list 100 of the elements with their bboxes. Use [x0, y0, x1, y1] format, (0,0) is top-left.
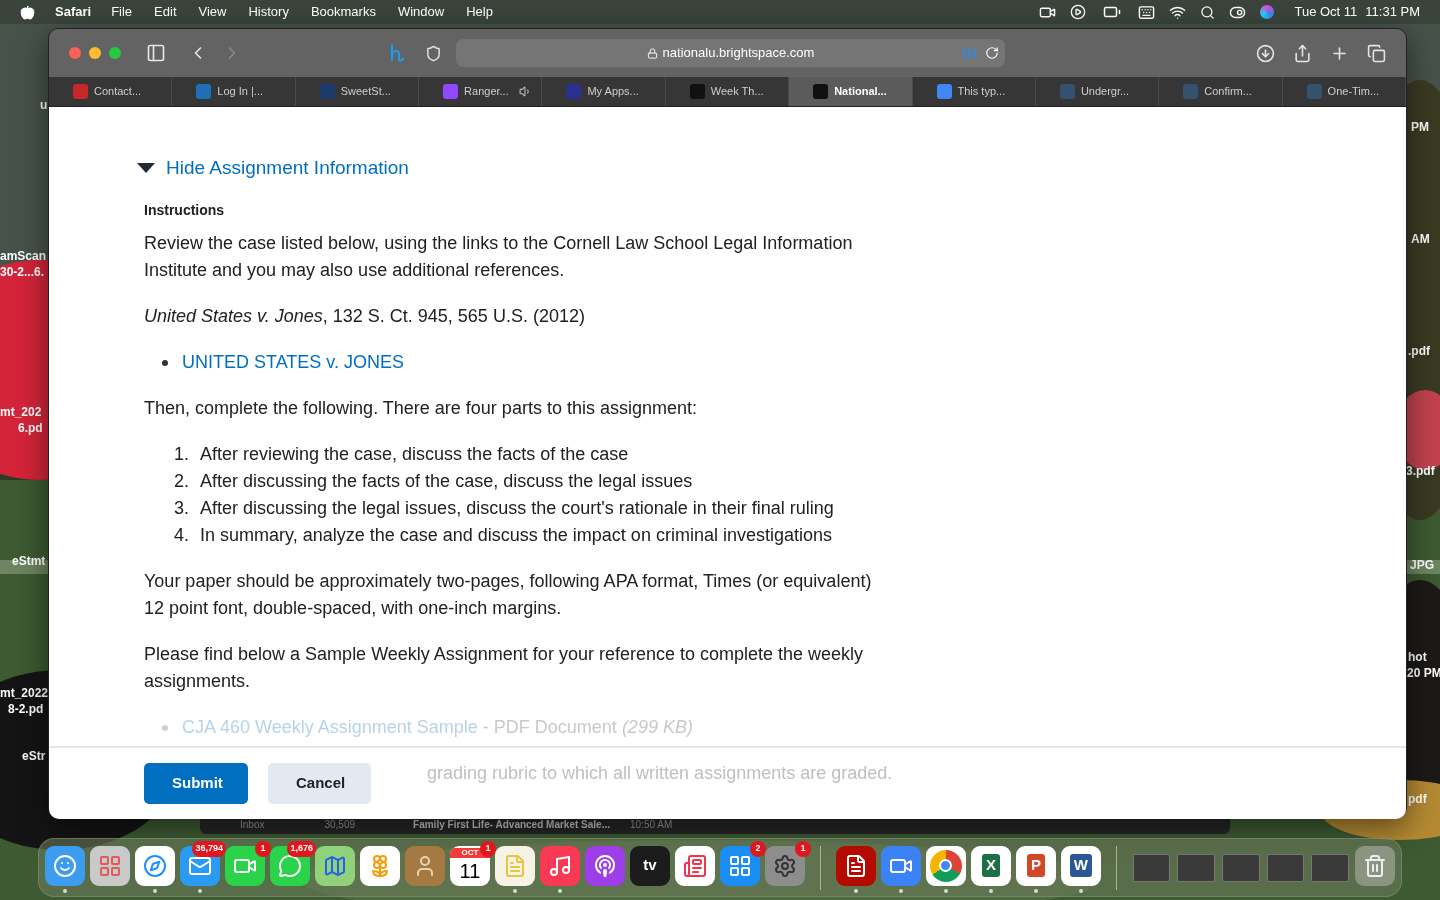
speaker-icon[interactable] [518, 85, 532, 98]
paragraph: Then, complete the following. There are four parts to this assignment: [144, 397, 698, 420]
browser-tab[interactable]: Contact... [49, 77, 173, 106]
desktop-file-label[interactable]: AM [1411, 232, 1430, 246]
desktop-file-label[interactable]: 20 PM [1407, 666, 1440, 680]
tv-app-icon[interactable]: tv [630, 845, 670, 886]
menu-date[interactable]: Tue Oct 11 [1294, 2, 1358, 22]
minimized-window-thumbnail[interactable] [1311, 853, 1349, 882]
app-letter: X [981, 854, 1000, 877]
menu-item[interactable]: Window [397, 2, 445, 22]
list-item-text: After discussing the legal issues, discuss the court's rationale in their final ruling [200, 497, 834, 520]
desktop-file-label[interactable]: eStmt [12, 554, 46, 568]
list-number: 3. [174, 497, 190, 520]
mailbox-name: Inbox [240, 818, 265, 832]
chrome-app-icon[interactable] [925, 845, 966, 886]
list-number: 4. [174, 524, 190, 547]
desktop-file-label[interactable]: mt_2022 [0, 686, 49, 700]
shield-icon[interactable] [425, 44, 442, 62]
browser-tab[interactable]: Undergr... [1035, 77, 1160, 106]
cancel-button[interactable]: Cancel [268, 763, 371, 804]
desktop-file-label[interactable]: PM [1411, 120, 1429, 134]
bullet-icon [162, 724, 168, 731]
desktop-file-label[interactable]: 3.pdf [1406, 464, 1435, 478]
toggle-button[interactable]: Hide Assignment Information [136, 154, 409, 181]
browser-tab[interactable]: This typ... [912, 77, 1036, 106]
paragraph: grading rubric to which all written assignments are graded. [427, 762, 893, 785]
desktop-file-label[interactable]: mt_202 [0, 405, 42, 419]
menu-item[interactable]: File [111, 2, 133, 22]
finder-app-icon[interactable] [45, 845, 85, 886]
desktop-file-label[interactable]: .pdf [1408, 344, 1430, 358]
tab-title: SweetSt... [340, 84, 391, 100]
menu-item[interactable]: View [198, 2, 227, 22]
browser-tab[interactable]: National... [789, 77, 913, 106]
browser-tab[interactable]: My Apps... [542, 77, 666, 106]
desktop-file-label[interactable]: 6.pd [18, 421, 43, 435]
news-app-icon[interactable] [675, 845, 715, 886]
desktop-file-label[interactable]: 8-2.pd [8, 702, 44, 716]
launchpad-app-icon[interactable] [90, 845, 130, 886]
tab-title: Log In |... [217, 84, 264, 100]
browser-tab[interactable]: One-Tim... [1282, 77, 1406, 106]
mail-subject: Family First Life- Advanced Market Sale... [413, 818, 610, 832]
zoom-window-button[interactable] [109, 47, 121, 59]
play-icon[interactable] [1070, 4, 1087, 20]
tab-title: One-Tim... [1327, 84, 1380, 100]
download-icon[interactable] [1256, 43, 1275, 63]
list-item-text: In summary, analyze the case and discuss the impact on criminal investigations [200, 524, 832, 547]
tab-title: Ranger... [464, 84, 509, 100]
settings-app-icon[interactable] [765, 845, 805, 886]
acrobat-app-icon[interactable] [835, 845, 876, 886]
desktop-file-label[interactable]: amScan [0, 249, 47, 263]
address-text: nationalu.brightspace.com [662, 44, 815, 63]
mail-time: 10:50 AM [630, 818, 673, 832]
minimized-window-thumbnail[interactable] [1177, 853, 1216, 882]
calendar-day: 11 [459, 857, 481, 884]
podcasts-app-icon[interactable] [585, 845, 625, 886]
desktop-file-label[interactable]: 30-2...6. [0, 265, 45, 279]
desktop-file-label[interactable]: eStr [22, 749, 46, 763]
menu-item[interactable]: Bookmarks [310, 2, 376, 22]
music-app-icon[interactable] [540, 845, 580, 886]
siri-icon[interactable] [1260, 5, 1275, 19]
powerpoint-app-icon[interactable]: P [1015, 845, 1056, 886]
notes-app-icon[interactable] [495, 845, 535, 886]
minimized-window-thumbnail[interactable] [1222, 853, 1260, 882]
excel-app-icon[interactable]: X [970, 845, 1011, 886]
submit-button[interactable]: Submit [144, 763, 248, 804]
zoom-app-icon[interactable] [880, 845, 921, 886]
apple-icon[interactable] [20, 4, 35, 20]
appstore-app-icon[interactable] [720, 845, 760, 886]
list-number: 2. [174, 470, 190, 493]
browser-tab[interactable]: Ranger... [419, 77, 543, 106]
facetime-app-icon[interactable] [225, 845, 265, 886]
sidebar-icon[interactable] [146, 43, 166, 63]
menu-item[interactable]: Help [466, 2, 493, 22]
maps-app-icon[interactable] [315, 845, 355, 886]
contacts-app-icon[interactable] [405, 845, 445, 886]
tab-title: Week Th... [710, 84, 764, 100]
tab-title: Confirm... [1204, 84, 1252, 100]
tab-overview-icon[interactable] [1367, 43, 1386, 63]
case-link[interactable]: UNITED STATES v. JONES [182, 349, 405, 376]
menu-item[interactable]: History [248, 2, 289, 22]
share-icon[interactable] [1293, 43, 1312, 63]
minimize-window-button[interactable] [89, 47, 101, 59]
browser-tab[interactable]: SweetSt... [295, 77, 420, 106]
safari-app-icon[interactable] [135, 845, 175, 886]
trash-app-icon[interactable] [1355, 845, 1395, 886]
word-app-icon[interactable]: W [1060, 845, 1101, 886]
menu-item[interactable]: Edit [154, 2, 177, 22]
list-item-text: After discussing the facts of the case, discuss the legal issues [200, 470, 693, 493]
desktop-file-label[interactable]: u [40, 98, 48, 112]
browser-tab[interactable]: Confirm... [1159, 77, 1283, 106]
photos-app-icon[interactable] [360, 845, 400, 886]
menu-time[interactable]: 11:31 PM [1365, 2, 1420, 22]
browser-tab[interactable]: Log In |... [172, 77, 296, 106]
menu-app-name[interactable]: Safari [55, 2, 92, 22]
search-icon[interactable] [1200, 4, 1216, 20]
desktop-file-label[interactable]: hot [1408, 650, 1427, 664]
desktop-file-label[interactable]: JPG [1410, 558, 1434, 572]
keyboard-icon[interactable] [1138, 3, 1156, 21]
address-bar[interactable]: nationalu.brightspace.com [456, 39, 1005, 67]
reload-icon[interactable] [985, 46, 999, 60]
